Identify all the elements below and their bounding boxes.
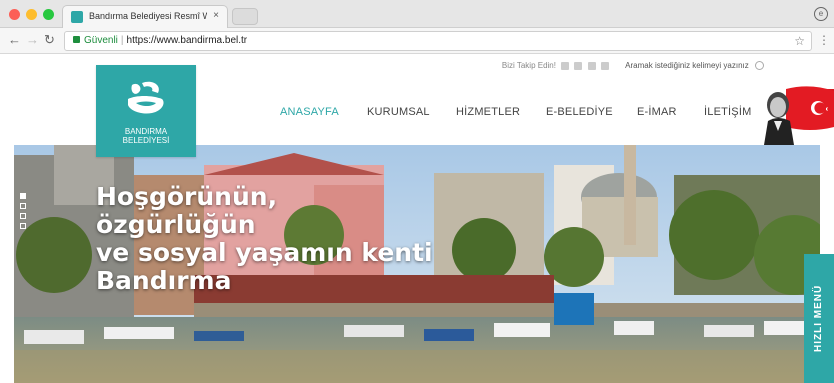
- headline-line: Hoşgörünün,: [96, 182, 278, 211]
- nav-item-hizmetler[interactable]: HİZMETLER: [456, 106, 520, 118]
- follow-label: Bizi Takip Edin!: [501, 61, 556, 70]
- search-input[interactable]: Aramak istediğiniz kelimeyi yazınız: [625, 61, 749, 70]
- twitter-icon[interactable]: [574, 61, 583, 70]
- url-separator: |: [120, 35, 124, 46]
- tab-title: Bandırma Belediyesi Resmî Web: [89, 11, 207, 21]
- browser-window: Bandırma Belediyesi Resmî Web × e ← → ↻ …: [0, 0, 834, 383]
- tab-bar: Bandırma Belediyesi Resmî Web × e: [0, 0, 834, 28]
- menu-icon[interactable]: ⋮: [818, 33, 830, 47]
- url-text[interactable]: https://www.bandirma.bel.tr: [127, 35, 248, 46]
- site-favicon-icon: [71, 11, 83, 23]
- browser-tab[interactable]: Bandırma Belediyesi Resmî Web ×: [62, 5, 228, 28]
- secure-label: Güvenli: [84, 35, 118, 46]
- address-bar[interactable]: Güvenli | https://www.bandirma.bel.tr ☆: [64, 31, 812, 51]
- headline-line: özgürlüğün: [96, 210, 256, 239]
- slider-dot[interactable]: [20, 193, 26, 199]
- close-window-button[interactable]: [9, 9, 20, 20]
- profile-icon[interactable]: e: [814, 7, 828, 21]
- logo-text-line2: BELEDİYESİ: [122, 136, 170, 145]
- nav-item-kurumsal[interactable]: KURUMSAL: [367, 106, 430, 118]
- slider-dot[interactable]: [20, 223, 26, 229]
- browser-toolbar: ← → ↻ Güvenli | https://www.bandirma.bel.t…: [0, 28, 834, 54]
- tab-close-icon[interactable]: ×: [213, 10, 219, 21]
- ataturk-portrait-flag-image: [764, 86, 834, 145]
- slider-dot[interactable]: [20, 213, 26, 219]
- slider-pagination: [20, 193, 26, 233]
- logo-text-line1: BANDIRMA: [124, 127, 168, 136]
- reload-icon[interactable]: ↻: [44, 33, 55, 47]
- logo-emblem-icon: [128, 81, 164, 114]
- site-header: Bizi Takip Edin! Aramak istediğiniz keli…: [0, 55, 834, 157]
- instagram-icon[interactable]: [587, 61, 596, 70]
- facebook-icon[interactable]: [561, 61, 570, 70]
- minimize-window-button[interactable]: [26, 9, 37, 20]
- nav-item-e-imar[interactable]: E-İMAR: [637, 106, 677, 118]
- back-arrow-icon[interactable]: ←: [8, 33, 21, 47]
- nav-item-e-belediye[interactable]: E-BELEDİYE: [546, 106, 613, 118]
- new-tab-button[interactable]: [232, 8, 258, 25]
- forward-arrow-icon[interactable]: →: [26, 33, 39, 47]
- nav-item-anasayfa[interactable]: ANASAYFA: [280, 106, 339, 118]
- headline-line: ve sosyal yaşamın kenti: [96, 238, 433, 267]
- site-logo[interactable]: BANDIRMA BELEDİYESİ: [96, 65, 196, 157]
- hero-headline: Hoşgörünün, özgürlüğün ve sosyal yaşamın…: [96, 183, 433, 295]
- lock-icon: [73, 36, 80, 43]
- nav-item-iletisim[interactable]: İLETİŞİM: [704, 106, 751, 118]
- youtube-icon[interactable]: [600, 61, 609, 70]
- star-icon[interactable]: ☆: [794, 32, 805, 50]
- slider-dot[interactable]: [20, 203, 26, 209]
- quick-menu-tab[interactable]: HIZLI MENÜ: [804, 254, 834, 383]
- headline-line: Bandırma: [96, 266, 232, 295]
- search-icon[interactable]: [755, 61, 764, 71]
- top-utility-bar: Bizi Takip Edin! Aramak istediğiniz keli…: [501, 61, 764, 71]
- maximize-window-button[interactable]: [43, 9, 54, 20]
